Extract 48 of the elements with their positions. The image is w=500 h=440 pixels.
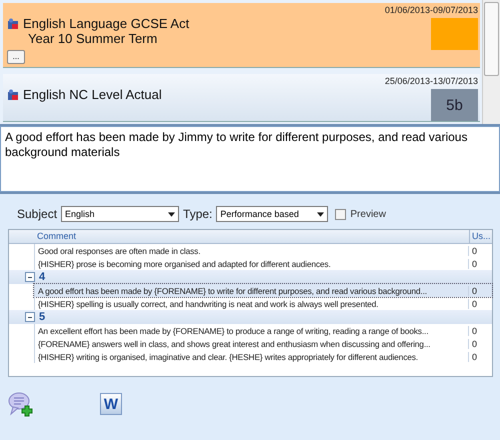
group-label: 5 (39, 311, 46, 323)
dropdown-caret-icon (317, 212, 324, 216)
more-button[interactable]: ... (7, 50, 25, 64)
comment-text: Good oral responses are often made in class. (37, 246, 202, 256)
report-text-field[interactable]: A good effort has been made by Jimmy to write for different purposes, and read various background materials (0, 126, 500, 192)
group-label: 4 (39, 271, 46, 283)
column-header[interactable]: Us... (469, 230, 492, 243)
uses-count: 0 (468, 352, 492, 362)
scrollbar[interactable] (482, 0, 500, 124)
collapse-icon[interactable] (25, 312, 35, 322)
type-dropdown[interactable]: Performance based (216, 206, 328, 222)
comment-row[interactable]: {HISHER} writing is organised, imaginative and clear. {HESHE} writes appropriately for different audiences. 0 (34, 350, 492, 363)
comment-text: {FORENAME} answers well in class, and shows great interest and enthusiasm when discussing and offering... (37, 338, 432, 348)
calendar-icon (7, 88, 19, 100)
comment-row[interactable]: Good oral responses are often made in class. 0 (34, 244, 492, 257)
comment-text: {HISHER} spelling is usually correct, and handwriting is neat and work is always well presented. (37, 298, 380, 308)
uses-count: 0 (468, 298, 492, 308)
comment-row[interactable]: {FORENAME} answers well in class, and shows great interest and enthusiasm when discussing and offering... 0 (34, 337, 492, 350)
uses-count: 0 (468, 246, 492, 256)
card-title: English NC Level Actual (23, 87, 162, 102)
column-header[interactable]: Comment (34, 230, 469, 243)
subject-label: Subject (17, 207, 58, 221)
date-range: 01/06/2013-09/07/2013 (384, 5, 478, 15)
dropdown-caret-icon (168, 212, 176, 216)
subject-dropdown[interactable]: English (61, 206, 180, 222)
comment-row[interactable]: A good effort has been made by {FORENAME} to write for different purposes, and read various background... 0 (34, 284, 492, 297)
preview-checkbox[interactable] (335, 208, 346, 220)
add-comment-icon[interactable] (8, 391, 34, 417)
card-subtitle: Year 10 Summer Term (27, 31, 158, 46)
uses-count: 0 (468, 338, 492, 348)
record-card[interactable]: English NC Level Actual 25/06/2013-13/07/2013 5b (3, 74, 480, 122)
uses-count: 0 (468, 286, 492, 296)
card-title: English Language GCSE Act (23, 16, 190, 31)
comment-text: An excellent effort has been made by {FORENAME} to produce a range of writing, reading a range of books... (37, 326, 430, 336)
comment-text: A good effort has been made by {FORENAME} to write for different purposes, and read various background... (37, 286, 428, 296)
comment-text: {HISHER} writing is organised, imaginative and clear. {HESHE} writes appropriately for different audiences. (37, 352, 419, 362)
calendar-icon (7, 18, 19, 30)
comment-text: {HISHER} prose is becoming more organised and adapted for different audiences. (37, 258, 332, 268)
date-range: 25/06/2013-13/07/2013 (384, 76, 478, 86)
collapse-icon[interactable] (25, 272, 35, 282)
record-card[interactable]: English Language GCSE Act Year 10 Summer Term ... 01/06/2013-09/07/2013 (3, 3, 480, 68)
uses-count: 0 (468, 326, 492, 336)
preview-label: Preview (350, 208, 386, 220)
grade-swatch: 5b (431, 89, 478, 121)
uses-count: 0 (468, 258, 492, 268)
word-export-icon[interactable]: W (100, 393, 122, 415)
type-label: Type: (183, 207, 212, 221)
comment-row[interactable]: An excellent effort has been made by {FORENAME} to produce a range of writing, reading a range of books... 0 (34, 324, 492, 337)
